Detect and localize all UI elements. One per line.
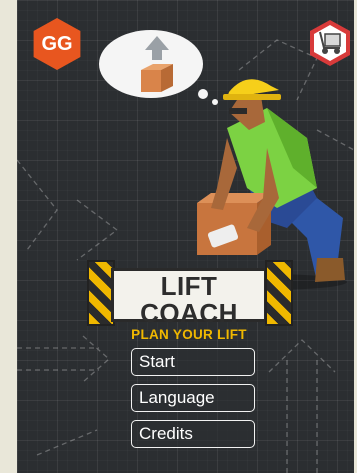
- hand-truck-icon[interactable]: [306, 18, 354, 68]
- hazard-stripe-right: [265, 260, 293, 326]
- credits-button[interactable]: Credits: [131, 420, 255, 448]
- logo-plate: LIFT COACH PLAN YOUR LIFT: [111, 268, 267, 342]
- start-button[interactable]: Start: [131, 348, 255, 376]
- game-logo: LIFT COACH PLAN YOUR LIFT: [87, 256, 293, 342]
- game-screen: GG LIFT COACH PLAN YOUR LIFT Start Langu…: [17, 0, 354, 473]
- game-subtitle: PLAN YOUR LIFT: [131, 327, 247, 342]
- game-title: LIFT COACH: [140, 271, 238, 328]
- language-button[interactable]: Language: [131, 384, 255, 412]
